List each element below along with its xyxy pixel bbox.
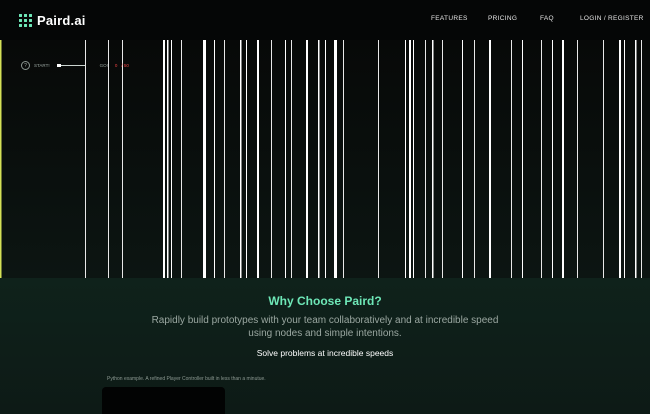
help-icon[interactable]: ? — [21, 61, 30, 70]
obstacle-bar — [603, 40, 604, 278]
obstacle-bar — [635, 40, 637, 278]
obstacle-bar — [257, 40, 259, 278]
obstacle-bar — [122, 40, 123, 278]
obstacle-bar — [511, 40, 512, 278]
obstacle-bar — [246, 40, 247, 278]
features-section: Why Choose Paird? Rapidly build prototyp… — [0, 278, 650, 414]
obstacle-bar — [171, 40, 172, 278]
brand-logo[interactable]: Paird.ai — [19, 13, 86, 28]
obstacle-bar — [552, 40, 553, 278]
obstacle-bar — [474, 40, 475, 278]
obstacle-bar — [489, 40, 491, 278]
obstacle-bar — [240, 40, 242, 278]
obstacle-bar — [522, 40, 523, 278]
grid-logo-icon — [19, 14, 32, 27]
obstacle-bar — [624, 40, 625, 278]
obstacle-bar — [181, 40, 182, 278]
obstacle-bar — [306, 40, 308, 278]
player-marker — [0, 40, 2, 278]
obstacle-bar — [318, 40, 320, 278]
obstacle-bar — [163, 40, 165, 278]
obstacle-bar — [562, 40, 564, 278]
vertical-bars-graphic — [0, 40, 642, 278]
section-subheading: Solve problems at incredible speeds — [256, 348, 394, 358]
obstacle-bar — [378, 40, 379, 278]
obstacle-bar — [462, 40, 463, 278]
obstacle-bar — [541, 40, 542, 278]
obstacle-bar — [271, 40, 272, 278]
obstacle-bar — [325, 40, 326, 278]
obstacle-bar — [334, 40, 337, 278]
obstacle-bar — [285, 40, 286, 278]
game-canvas[interactable]: ? START! GO! 0 / 50 — [0, 40, 650, 278]
section-heading: Why Choose Paird? — [268, 294, 382, 308]
obstacle-bar — [641, 40, 642, 278]
obstacle-bar — [409, 40, 411, 278]
obstacle-bar — [425, 40, 426, 278]
section-description: Rapidly build prototypes with your team … — [151, 315, 499, 339]
nav-link-pricing[interactable]: PRICING — [488, 15, 517, 22]
obstacle-bar — [203, 40, 206, 278]
obstacle-bar — [577, 40, 578, 278]
game-controls: ? START! GO! 0 / 50 — [21, 61, 129, 70]
nav-link-login-register[interactable]: LOGIN / REGISTER — [580, 15, 644, 22]
progress-track — [56, 64, 85, 67]
obstacle-bar — [619, 40, 621, 278]
goal-label: GO! — [99, 63, 108, 68]
obstacle-bar — [432, 40, 434, 278]
obstacle-bar — [413, 40, 414, 278]
obstacle-bar — [291, 40, 292, 278]
obstacle-bar — [343, 40, 344, 278]
obstacle-bar — [214, 40, 215, 278]
code-example-panel — [102, 387, 225, 414]
brand-name: Paird.ai — [37, 13, 86, 28]
obstacle-bar — [442, 40, 443, 278]
example-caption: Python example. A refined Player Control… — [107, 376, 266, 382]
score-value: 0 — [114, 63, 118, 68]
obstacle-bar — [405, 40, 406, 278]
start-label: START! — [34, 63, 50, 68]
nav-link-faq[interactable]: FAQ — [540, 15, 554, 22]
obstacle-bar — [108, 40, 109, 278]
nav-link-features[interactable]: FEATURES — [431, 15, 468, 22]
obstacle-bar — [85, 40, 86, 278]
obstacle-bar — [224, 40, 225, 278]
obstacle-bar — [167, 40, 169, 278]
score-total: / 50 — [121, 63, 129, 68]
top-navigation: Paird.ai FEATURES PRICING FAQ LOGIN / RE… — [0, 0, 650, 40]
